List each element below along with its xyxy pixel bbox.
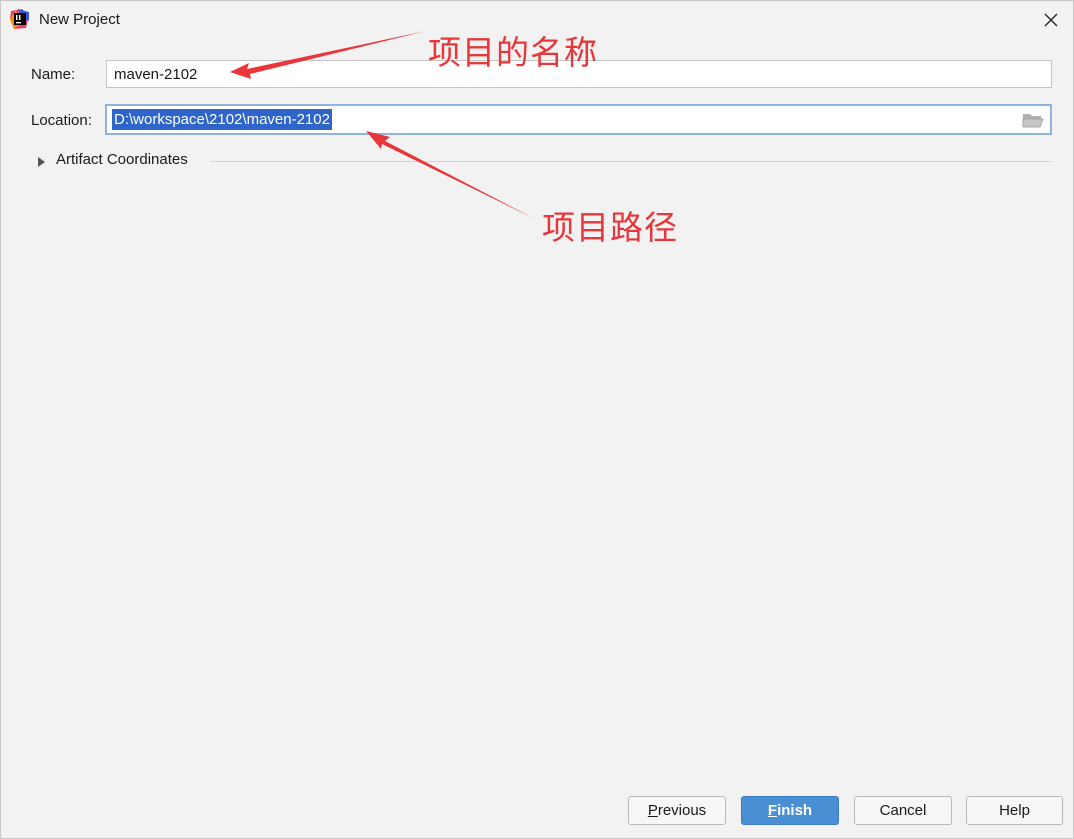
help-button[interactable]: Help: [966, 796, 1063, 825]
artifact-coordinates-toggle[interactable]: Artifact Coordinates: [56, 151, 188, 168]
browse-folder-button[interactable]: [1022, 111, 1044, 129]
window-title: New Project: [39, 11, 120, 28]
folder-icon: [1022, 114, 1044, 128]
path-arrow: [366, 131, 535, 219]
location-value-selected: D:\workspace\2102\maven-2102: [112, 109, 332, 130]
intellij-idea-icon: [10, 9, 30, 29]
name-label: Name:: [31, 66, 76, 83]
expand-arrow-icon[interactable]: [36, 155, 48, 167]
location-input[interactable]: D:\workspace\2102\maven-2102: [105, 104, 1052, 135]
new-project-dialog: New Project Name: Location: D:\workspace…: [0, 0, 1074, 839]
path-annotation: 项目路径: [542, 208, 678, 247]
cancel-button[interactable]: Cancel: [854, 796, 952, 825]
name-annotation: 项目的名称: [428, 33, 598, 72]
close-button[interactable]: [1037, 7, 1065, 33]
artifact-coordinates-section: Artifact Coordinates: [36, 151, 1052, 171]
previous-button[interactable]: Previous: [628, 796, 726, 825]
section-divider: [211, 161, 1052, 162]
close-icon: [1044, 13, 1058, 27]
finish-button[interactable]: Finish: [741, 796, 839, 825]
location-label: Location:: [31, 112, 92, 129]
